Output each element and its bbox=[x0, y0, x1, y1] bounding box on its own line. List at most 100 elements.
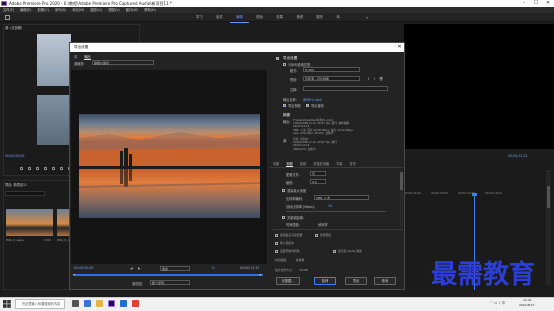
format-dropdown[interactable]: H.264 bbox=[303, 67, 360, 72]
queue-button[interactable]: 队列 bbox=[314, 277, 336, 285]
system-tray[interactable]: ⌃ ▭ ♪ 中 bbox=[490, 301, 505, 306]
taskbar-clock-time[interactable]: 12:21 bbox=[523, 298, 532, 302]
menu-sequence[interactable]: 序列(S) bbox=[55, 8, 66, 12]
menu-clip[interactable]: 剪辑(C) bbox=[37, 8, 48, 12]
premiere-taskbar-icon[interactable] bbox=[108, 300, 115, 307]
close-window-button[interactable]: ✕ bbox=[542, 0, 554, 7]
tab-multiplexer[interactable]: 多路复用器 bbox=[313, 162, 329, 166]
render-alpha-only-checkbox[interactable] bbox=[333, 250, 336, 253]
import-preset-icon[interactable]: ⇧ bbox=[373, 77, 376, 81]
level-dropdown[interactable]: 4.2 bbox=[310, 179, 326, 184]
use-previews-checkbox[interactable] bbox=[315, 234, 318, 237]
save-preset-icon[interactable]: ⇩ bbox=[367, 77, 370, 81]
mark-in-icon[interactable] bbox=[20, 167, 23, 170]
set-start-timecode-checkbox[interactable] bbox=[275, 250, 278, 253]
mark-out-icon[interactable] bbox=[28, 167, 31, 170]
profile-dropdown[interactable]: 高 bbox=[310, 171, 326, 176]
match-sequence-checkbox[interactable] bbox=[283, 63, 286, 66]
menu-edit[interactable]: 编辑(E) bbox=[20, 8, 31, 12]
insert-icon[interactable] bbox=[60, 167, 63, 170]
source-range-dropdown[interactable]: 整个序列 bbox=[150, 280, 190, 285]
render-max-depth-checkbox[interactable] bbox=[282, 189, 285, 192]
target-bitrate-value[interactable]: 10 bbox=[328, 204, 332, 208]
menu-window[interactable]: 窗口(W) bbox=[126, 8, 138, 12]
source-timecode[interactable]: 00;00;00;00 bbox=[5, 154, 24, 158]
source-monitor-tab[interactable]: 源: (无剪辑) bbox=[5, 25, 22, 30]
app-taskbar-icon[interactable] bbox=[132, 300, 139, 307]
clip-name: IMG_0_ease bbox=[6, 238, 24, 242]
maximize-button[interactable]: ☐ bbox=[530, 0, 542, 7]
bitrate-slider[interactable] bbox=[286, 211, 386, 212]
play-icon[interactable] bbox=[44, 167, 47, 170]
dialog-button-row: 元数据... 队列 导出 取消 bbox=[274, 277, 402, 286]
workspace-tab-assembly[interactable]: 组件 bbox=[210, 13, 229, 22]
timeline-scrollbar-thumb[interactable] bbox=[547, 186, 550, 208]
file-explorer-icon[interactable] bbox=[96, 300, 103, 307]
workspace-tab-libraries[interactable]: 库 bbox=[330, 13, 345, 22]
bitrate-encoding-dropdown[interactable]: VBR, 1 次 bbox=[314, 195, 369, 200]
menu-view[interactable]: 视图(V) bbox=[108, 8, 119, 12]
scrub-timecode-current[interactable]: 00;00;00;00 bbox=[74, 266, 93, 270]
program-timecode[interactable]: 00;00;12;12 bbox=[508, 154, 527, 158]
export-audio-checkbox[interactable] bbox=[306, 104, 309, 107]
tab-source[interactable]: 源 bbox=[74, 55, 77, 59]
divider bbox=[272, 229, 403, 230]
preset-dropdown[interactable]: 匹配源 - 高比特率 bbox=[303, 76, 360, 81]
workspace-tab-editing[interactable]: 编辑 bbox=[230, 13, 249, 23]
dialog-close-button[interactable]: ✕ bbox=[395, 43, 404, 52]
windows-start-icon[interactable] bbox=[3, 300, 11, 308]
time-interpolation-row-value: 帧采样 bbox=[318, 223, 328, 227]
workspace-tab-color[interactable]: 颜色 bbox=[250, 13, 269, 22]
menu-graphics[interactable]: 图形(G) bbox=[90, 8, 102, 12]
step-back-icon[interactable] bbox=[36, 167, 39, 170]
tab-captions[interactable]: 字幕 bbox=[336, 162, 342, 166]
workspace-tab-effects[interactable]: 效果 bbox=[270, 13, 289, 22]
metadata-button[interactable]: 元数据... bbox=[276, 277, 300, 285]
home-icon[interactable] bbox=[5, 15, 10, 20]
source-scaling-dropdown[interactable]: 缩放以适合 bbox=[92, 60, 154, 65]
taskbar-clock-date[interactable]: 2021/8/17 bbox=[519, 303, 534, 307]
max-render-quality-checkbox[interactable] bbox=[275, 234, 278, 237]
aspect-toggle-icon[interactable]: ⊡ bbox=[212, 266, 215, 270]
import-into-project-checkbox[interactable] bbox=[275, 242, 278, 245]
workspace-tab-audio[interactable]: 音频 bbox=[290, 13, 309, 22]
app-taskbar-icon[interactable] bbox=[120, 300, 127, 307]
out-point-handle-icon[interactable]: ▾ bbox=[259, 272, 261, 277]
comments-input[interactable] bbox=[303, 86, 388, 91]
menu-help[interactable]: 帮助(H) bbox=[144, 8, 156, 12]
menu-file[interactable]: 文件(F) bbox=[3, 8, 14, 12]
scrub-range-fill[interactable] bbox=[74, 274, 263, 276]
keyframe-distance-checkbox[interactable] bbox=[282, 216, 285, 219]
step-forward-icon[interactable] bbox=[52, 167, 55, 170]
tab-publish[interactable]: 发布 bbox=[350, 162, 356, 166]
task-view-icon[interactable] bbox=[72, 300, 79, 307]
tab-video[interactable]: 视频 bbox=[286, 162, 293, 167]
export-video-checkbox[interactable] bbox=[283, 104, 286, 107]
tab-output[interactable]: 输出 bbox=[84, 55, 91, 60]
tab-effects[interactable]: 效果 bbox=[273, 162, 279, 166]
tab-audio[interactable]: 音频 bbox=[300, 162, 306, 166]
project-search-input[interactable] bbox=[5, 191, 45, 196]
delete-preset-icon[interactable]: 🗑 bbox=[379, 77, 383, 81]
workspace-tab-learn[interactable]: 学习 bbox=[190, 13, 209, 22]
workspace-more-button[interactable]: » bbox=[366, 13, 368, 22]
export-settings-collapse-icon[interactable] bbox=[276, 57, 279, 60]
set-out-point-icon[interactable]: ◣ bbox=[138, 266, 141, 270]
menu-markers[interactable]: 标记(M) bbox=[72, 8, 84, 12]
project-clip-thumbnail[interactable] bbox=[6, 209, 53, 236]
playhead-handle[interactable] bbox=[472, 193, 477, 196]
taskbar-search-input[interactable]: 在这里输入你要搜索的内容 bbox=[15, 299, 65, 309]
cancel-button[interactable]: 取消 bbox=[374, 277, 396, 285]
settings-scrollbar-thumb[interactable] bbox=[400, 172, 403, 190]
timeline-ruler[interactable]: 00;00;04;00 00;00;08;00 00;00;12;00 00;0… bbox=[404, 191, 550, 197]
export-button[interactable]: 导出 bbox=[345, 277, 367, 285]
set-in-point-icon[interactable]: ◢ bbox=[130, 266, 133, 270]
edge-browser-icon[interactable] bbox=[84, 300, 91, 307]
workspace-tab-graphics[interactable]: 图形 bbox=[310, 13, 329, 22]
time-interpolation-value[interactable]: 帧采样 bbox=[296, 258, 304, 262]
project-panel-tab[interactable]: 项目: 新项目11 bbox=[5, 182, 27, 187]
fit-dropdown[interactable]: 适合 bbox=[160, 266, 190, 271]
output-name-link[interactable]: 序列01.mp4 bbox=[303, 97, 322, 102]
in-point-handle-icon[interactable]: ▾ bbox=[73, 272, 75, 277]
minimize-button[interactable]: – bbox=[518, 0, 530, 7]
